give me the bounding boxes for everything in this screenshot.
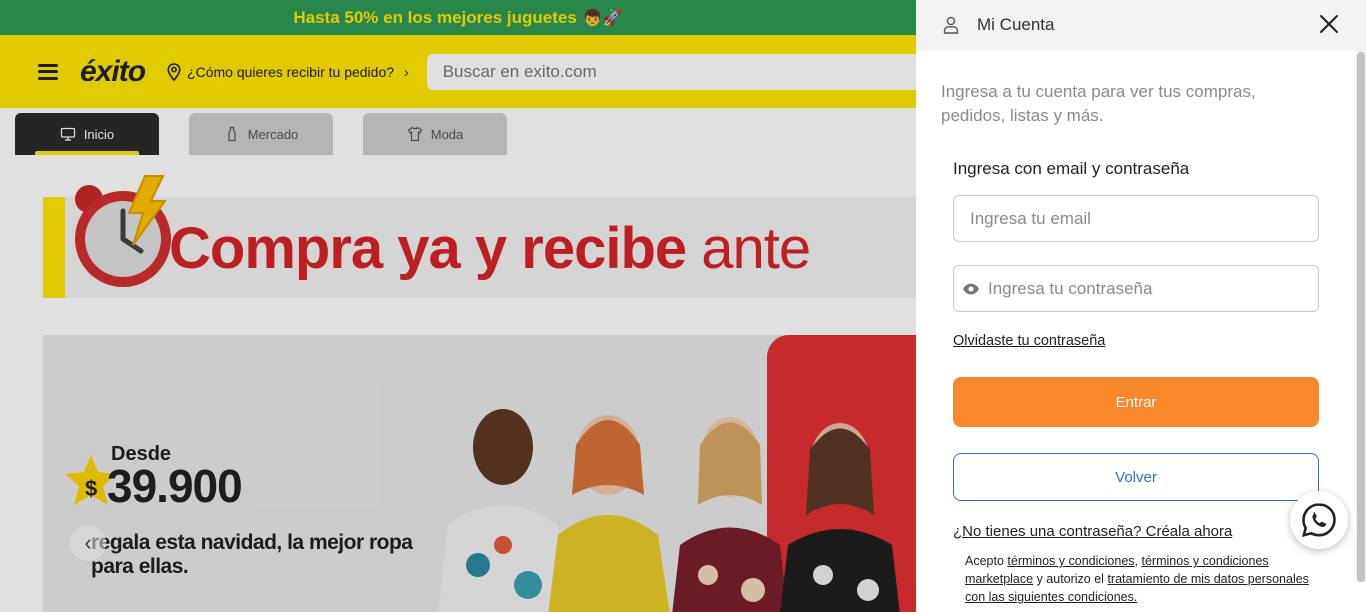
tab-inicio[interactable]: Inicio — [15, 113, 159, 155]
site-header: éxito ¿Cómo quieres recibir tu pedido? › — [0, 35, 916, 108]
site-background: Hasta 50% en los mejores juguetes 👦🚀 éxi… — [0, 0, 916, 612]
menu-icon[interactable] — [38, 63, 58, 80]
enter-button[interactable]: Entrar — [953, 377, 1319, 427]
user-icon — [943, 16, 959, 34]
promo-emoji: 👦🚀 — [582, 9, 623, 27]
monitor-icon — [60, 127, 75, 141]
panel-title: Mi Cuenta — [977, 15, 1055, 34]
tab-label: Inicio — [83, 126, 115, 142]
tab-label: Moda — [430, 126, 464, 142]
tab-mercado[interactable]: Mercado — [189, 113, 333, 155]
bottle-icon — [228, 126, 236, 142]
legal-text: Acepto términos y condiciones, términos … — [965, 552, 1325, 606]
models-image — [438, 409, 900, 612]
category-tabs: Inicio Mercado Moda — [0, 108, 916, 155]
panel-header: Mi Cuenta — [916, 0, 1366, 50]
legal-prefix: Acepto — [965, 554, 1008, 568]
tab-label: Mercado — [247, 126, 299, 142]
scrollbar-thumb[interactable] — [1357, 52, 1365, 582]
carousel-prev-button[interactable]: ‹ — [70, 525, 106, 561]
legal-separator: , — [1134, 554, 1142, 568]
exito-logo[interactable]: éxito — [80, 55, 146, 89]
delivery-promo-banner[interactable]: Compra ya y recibe ante — [43, 175, 916, 298]
chevron-right-icon: › — [404, 63, 409, 80]
search-box[interactable] — [426, 53, 916, 90]
terms-link[interactable]: términos y condiciones — [1007, 554, 1134, 568]
login-method-label: Ingresa con email y contraseña — [953, 159, 1190, 178]
email-field[interactable] — [953, 195, 1319, 242]
tab-moda[interactable]: Moda — [363, 113, 507, 155]
promo-bar[interactable]: Hasta 50% en los mejores juguetes 👦🚀 — [0, 0, 916, 35]
banner-headline-thin: ante — [701, 216, 811, 281]
banner-headline-bold: Compra ya y recibe — [169, 216, 687, 281]
banner-tagline: regala esta navidad, la mejor ropa para … — [91, 531, 413, 578]
promo-text: Hasta 50% en los mejores juguetes — [293, 7, 577, 27]
price-currency: $ — [85, 476, 98, 501]
shirt-icon — [407, 126, 423, 142]
whatsapp-icon — [1301, 503, 1336, 538]
forgot-password-link[interactable]: Olvidaste tu contraseña — [953, 333, 1105, 349]
delivery-location-selector[interactable]: ¿Cómo quieres recibir tu pedido? › — [167, 62, 409, 81]
price-value: 39.900 — [107, 460, 243, 512]
create-password-link[interactable]: ¿No tienes una contraseña? Créala ahora — [953, 523, 1232, 540]
location-prompt: ¿Cómo quieres recibir tu pedido? — [187, 63, 395, 80]
eye-icon[interactable] — [962, 282, 980, 296]
password-input[interactable] — [988, 278, 1318, 299]
email-input[interactable] — [970, 208, 1318, 229]
legal-middle: y autorizo el — [1033, 572, 1108, 586]
fashion-promo-banner[interactable]: Desde $ 39.900 regala esta navidad, la m… — [43, 335, 916, 612]
panel-intro: Ingresa a tu cuenta para ver tus compras… — [941, 82, 1256, 125]
whatsapp-button[interactable] — [1290, 491, 1348, 549]
close-icon[interactable] — [1318, 13, 1340, 35]
back-button[interactable]: Volver — [953, 453, 1319, 501]
location-pin-icon — [167, 62, 181, 81]
banner-headline: Compra ya y recibe ante — [169, 215, 811, 282]
search-input[interactable] — [442, 61, 916, 82]
alarm-clock-icon — [75, 175, 171, 287]
password-field[interactable] — [953, 265, 1319, 312]
